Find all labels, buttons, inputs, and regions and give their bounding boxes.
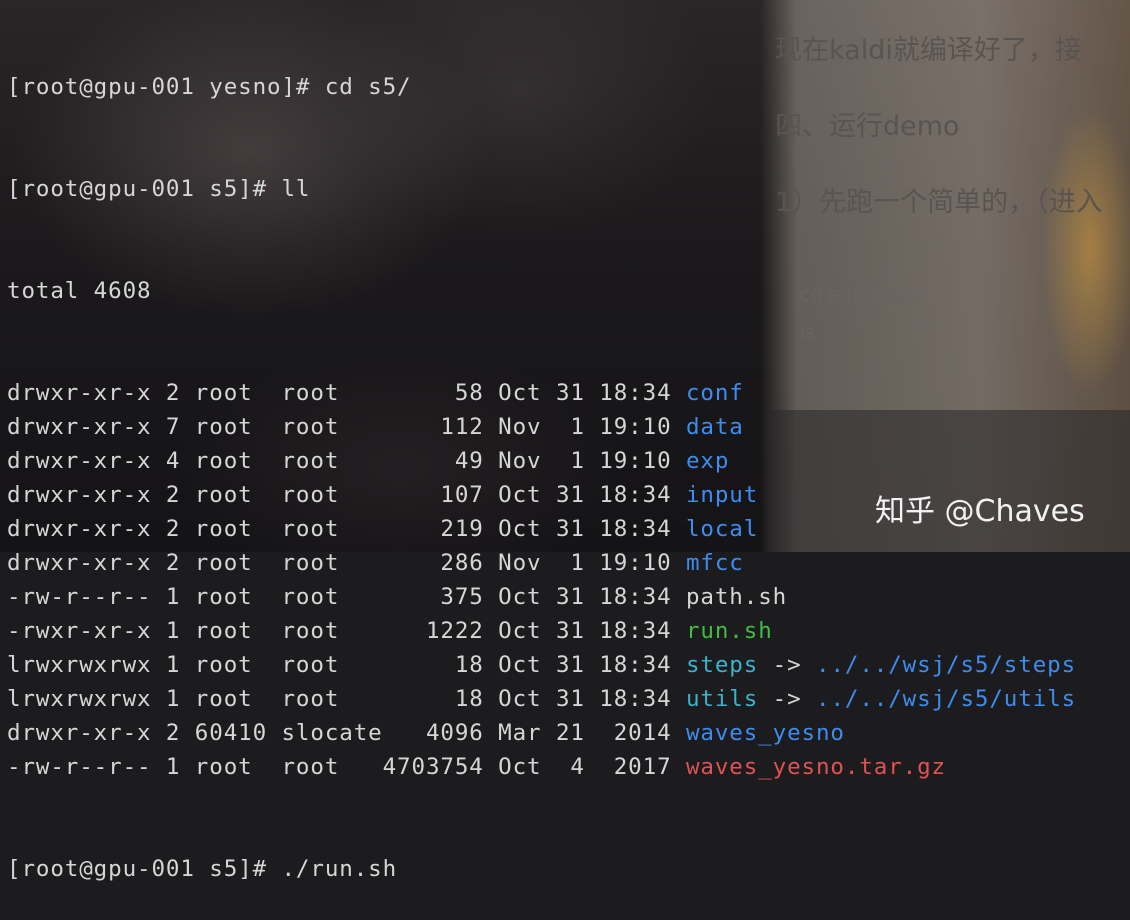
listing-total: total 4608 bbox=[7, 278, 152, 304]
listing-row: drwxr-xr-x 2 60410 slocate 4096 Mar 21 2… bbox=[7, 716, 1076, 750]
file-metadata: lrwxrwxrwx 1 root root 18 Oct 31 18:34 bbox=[7, 686, 686, 712]
file-metadata: -rw-r--r-- 1 root root 375 Oct 31 18:34 bbox=[7, 584, 686, 610]
file-metadata: drwxr-xr-x 2 root root 219 Oct 31 18:34 bbox=[7, 516, 686, 542]
file-name: path.sh bbox=[685, 584, 788, 610]
shell-prompt: [root@gpu-001 s5]# bbox=[7, 176, 282, 202]
shell-command: cd s5/ bbox=[324, 74, 412, 100]
file-name: exp bbox=[685, 448, 730, 474]
file-name: conf bbox=[685, 380, 744, 406]
listing-row: -rw-r--r-- 1 root root 375 Oct 31 18:34 … bbox=[7, 580, 1076, 614]
file-name: run.sh bbox=[685, 618, 773, 644]
symlink-target: ../../wsj/s5/steps bbox=[816, 652, 1077, 678]
symlink-arrow: -> bbox=[758, 686, 816, 712]
file-metadata: drwxr-xr-x 2 root root 58 Oct 31 18:34 bbox=[7, 380, 686, 406]
shell-command: ll bbox=[281, 176, 311, 202]
file-name: waves_yesno.tar.gz bbox=[685, 754, 946, 780]
listing-row: -rw-r--r-- 1 root root 4703754 Oct 4 201… bbox=[7, 750, 1076, 784]
file-metadata: drwxr-xr-x 7 root root 112 Nov 1 19:10 bbox=[7, 414, 686, 440]
file-name: local bbox=[685, 516, 759, 542]
terminal-line-run[interactable]: [root@gpu-001 s5]# ./run.sh bbox=[7, 852, 1076, 886]
listing-row: drwxr-xr-x 2 root root 286 Nov 1 19:10 m… bbox=[7, 546, 1076, 580]
file-metadata: -rwxr-xr-x 1 root root 1222 Oct 31 18:34 bbox=[7, 618, 686, 644]
listing-row: lrwxrwxrwx 1 root root 18 Oct 31 18:34 u… bbox=[7, 682, 1076, 716]
symlink-arrow: -> bbox=[758, 652, 816, 678]
file-metadata: -rw-r--r-- 1 root root 4703754 Oct 4 201… bbox=[7, 754, 686, 780]
file-name: data bbox=[685, 414, 744, 440]
listing-row: drwxr-xr-x 7 root root 112 Nov 1 19:10 d… bbox=[7, 410, 1076, 444]
file-metadata: drwxr-xr-x 2 60410 slocate 4096 Mar 21 2… bbox=[7, 720, 686, 746]
file-name: steps bbox=[685, 652, 759, 678]
zhihu-watermark: 知乎 @Chaves bbox=[875, 494, 1085, 529]
file-metadata: drwxr-xr-x 2 root root 107 Oct 31 18:34 bbox=[7, 482, 686, 508]
listing-row: -rwxr-xr-x 1 root root 1222 Oct 31 18:34… bbox=[7, 614, 1076, 648]
file-name: mfcc bbox=[685, 550, 744, 576]
terminal-line-cd: [root@gpu-001 yesno]# cd s5/ bbox=[7, 70, 1076, 104]
terminal-line-ll: [root@gpu-001 s5]# ll bbox=[7, 172, 1076, 206]
directory-listing: drwxr-xr-x 2 root root 58 Oct 31 18:34 c… bbox=[7, 376, 1076, 784]
file-metadata: drwxr-xr-x 4 root root 49 Nov 1 19:10 bbox=[7, 448, 686, 474]
listing-row: lrwxrwxrwx 1 root root 18 Oct 31 18:34 s… bbox=[7, 648, 1076, 682]
listing-row: drwxr-xr-x 2 root root 58 Oct 31 18:34 c… bbox=[7, 376, 1076, 410]
shell-prompt: [root@gpu-001 yesno]# bbox=[7, 74, 325, 100]
file-metadata: lrwxrwxrwx 1 root root 18 Oct 31 18:34 bbox=[7, 652, 686, 678]
file-name: waves_yesno bbox=[685, 720, 845, 746]
file-name: input bbox=[685, 482, 759, 508]
terminal-output[interactable]: [root@gpu-001 yesno]# cd s5/ [root@gpu-0… bbox=[7, 2, 1076, 920]
symlink-target: ../../wsj/s5/utils bbox=[816, 686, 1077, 712]
file-metadata: drwxr-xr-x 2 root root 286 Nov 1 19:10 bbox=[7, 550, 686, 576]
listing-row: drwxr-xr-x 4 root root 49 Nov 1 19:10 ex… bbox=[7, 444, 1076, 478]
file-name: utils bbox=[685, 686, 759, 712]
shell-command[interactable]: ./run.sh bbox=[281, 856, 397, 882]
shell-prompt: [root@gpu-001 s5]# bbox=[7, 856, 282, 882]
